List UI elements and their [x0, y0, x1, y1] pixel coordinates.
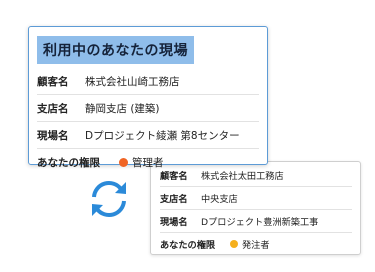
customer-value: 株式会社山崎工務店 — [85, 75, 180, 88]
branch-label: 支店名 — [160, 194, 188, 205]
permission-status-dot — [119, 157, 128, 167]
permission-row: あなたの権限 発注者 — [160, 233, 352, 255]
permission-status-dot — [230, 240, 238, 248]
site-label: 現場名 — [160, 217, 188, 228]
site-row: 現場名 Dプロジェクト綾瀬 第8センター — [37, 122, 259, 149]
branch-row: 支店名 静岡支店 (建築) — [37, 95, 259, 122]
permission-label: あなたの権限 — [37, 156, 100, 169]
sync-arrows-icon[interactable] — [86, 176, 132, 222]
site-row: 現場名 Dプロジェクト豊洲新築工事 — [160, 210, 352, 233]
current-site-card: 利用中のあなたの現場 顧客名 株式会社山崎工務店 支店名 静岡支店 (建築) 現… — [28, 26, 268, 169]
site-value: Dプロジェクト豊洲新築工事 — [201, 217, 319, 228]
branch-row: 支店名 中央支店 — [160, 187, 352, 210]
permission-value: 発注者 — [242, 240, 270, 251]
site-label: 現場名 — [37, 129, 69, 142]
branch-value: 静岡支店 (建築) — [85, 102, 160, 115]
permission-value: 管理者 — [132, 156, 164, 169]
branch-label: 支店名 — [37, 102, 69, 115]
customer-row: 顧客名 株式会社山崎工務店 — [37, 68, 259, 95]
card-title: 利用中のあなたの現場 — [37, 36, 194, 64]
branch-value: 中央支店 — [201, 194, 238, 205]
customer-label: 顧客名 — [37, 75, 69, 88]
other-site-card[interactable]: 顧客名 株式会社太田工務店 支店名 中央支店 現場名 Dプロジェクト豊洲新築工事… — [150, 161, 361, 255]
permission-row: あなたの権限 管理者 — [37, 149, 259, 175]
permission-label: あなたの権限 — [160, 240, 216, 251]
site-value: Dプロジェクト綾瀬 第8センター — [85, 129, 240, 142]
